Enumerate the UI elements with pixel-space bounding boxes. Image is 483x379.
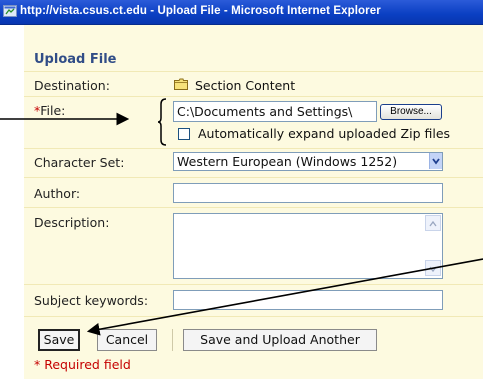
ie-window-icon bbox=[3, 5, 17, 17]
row-divider bbox=[24, 71, 483, 72]
keywords-input[interactable] bbox=[173, 290, 443, 310]
row-divider bbox=[24, 177, 483, 178]
scroll-down-icon[interactable] bbox=[425, 260, 441, 276]
row-divider bbox=[24, 96, 483, 97]
destination-value: Section Content bbox=[195, 78, 296, 93]
row-divider bbox=[24, 284, 483, 285]
auto-expand-checkbox[interactable] bbox=[178, 128, 190, 140]
window-title: http://vista.csus.ct.edu - Upload File -… bbox=[20, 5, 381, 17]
file-label: *File: bbox=[34, 103, 65, 118]
window-titlebar: http://vista.csus.ct.edu - Upload File -… bbox=[0, 0, 483, 25]
scroll-up-icon[interactable] bbox=[425, 215, 441, 231]
button-divider bbox=[172, 329, 173, 351]
page-title: Upload File bbox=[34, 52, 117, 67]
keywords-label: Subject keywords: bbox=[34, 293, 149, 308]
row-divider bbox=[24, 148, 483, 149]
destination-label: Destination: bbox=[34, 78, 110, 93]
file-path-input[interactable]: C:\Documents and Settings\ bbox=[173, 101, 377, 122]
auto-expand-label: Automatically expand uploaded Zip files bbox=[198, 126, 451, 141]
chevron-down-icon[interactable] bbox=[429, 153, 442, 169]
save-and-upload-another-button[interactable]: Save and Upload Another bbox=[183, 329, 377, 351]
charset-label: Character Set: bbox=[34, 155, 125, 170]
annotation-bracket bbox=[157, 98, 167, 146]
description-label: Description: bbox=[34, 215, 110, 230]
charset-select[interactable]: Western European (Windows 1252) bbox=[173, 152, 443, 171]
file-label-text: File: bbox=[40, 103, 66, 118]
row-divider bbox=[24, 316, 483, 317]
cancel-button[interactable]: Cancel bbox=[97, 329, 157, 351]
author-input[interactable] bbox=[173, 183, 443, 203]
folder-icon bbox=[174, 78, 188, 90]
row-divider bbox=[24, 207, 483, 208]
required-field-note: * Required field bbox=[34, 357, 131, 372]
author-label: Author: bbox=[34, 186, 81, 201]
description-textarea[interactable] bbox=[173, 213, 443, 279]
browse-button[interactable]: Browse... bbox=[380, 104, 442, 120]
save-button[interactable]: Save bbox=[38, 329, 80, 351]
